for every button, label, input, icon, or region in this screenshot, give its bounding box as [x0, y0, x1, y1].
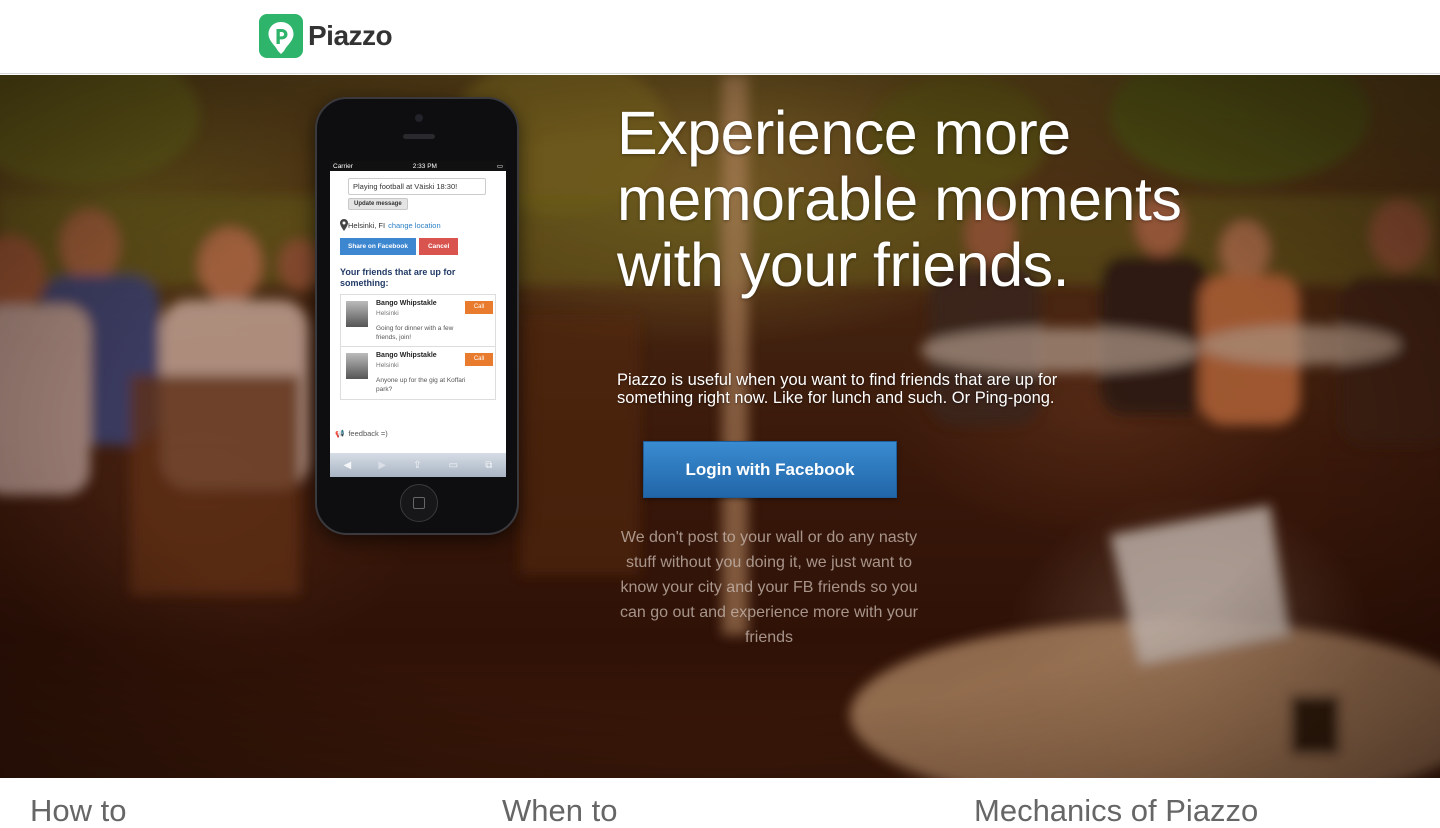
location-row: Helsinki, FI change location	[340, 219, 506, 231]
status-time: 2:33 PM	[412, 162, 437, 170]
logo-text: Piazzo	[308, 20, 393, 51]
call-button: Call	[465, 301, 493, 314]
hero-section: Carrier 2:33 PM ▭ Playing football at Vä…	[0, 75, 1440, 778]
friends-heading: Your friends that are up for something:	[340, 267, 456, 288]
login-with-facebook-button[interactable]: Login with Facebook	[643, 441, 897, 498]
status-carrier: Carrier	[333, 162, 353, 170]
change-location-link: change location	[388, 220, 441, 230]
feedback-tab: 📢 feedback =)	[335, 429, 388, 438]
friend-name: Bango Whipstakle	[376, 352, 437, 359]
location-pin-icon	[340, 219, 348, 231]
friend-message: Going for dinner with a few friends, joi…	[376, 325, 454, 341]
phone-home-button	[400, 484, 438, 522]
friend-avatar	[346, 301, 368, 327]
friends-list: Bango Whipstakle Helsinki Going for dinn…	[340, 294, 496, 400]
cancel-button: Cancel	[418, 238, 459, 255]
site-header: Piazzo	[0, 0, 1440, 74]
call-button: Call	[465, 353, 493, 366]
phone-mockup: Carrier 2:33 PM ▭ Playing football at Vä…	[315, 97, 519, 535]
megaphone-icon: 📢	[335, 429, 345, 438]
location-city: Helsinki, FI	[348, 220, 386, 230]
update-message-button: Update message	[348, 198, 408, 210]
browser-toolbar: ◀ ▶ ⇪ ▭ ⧉	[330, 453, 506, 477]
back-arrow-icon: ◀	[343, 459, 352, 471]
hero-subline: Piazzo is useful when you want to find f…	[617, 371, 1058, 407]
phone-camera	[415, 114, 423, 122]
share-icon: ⇪	[413, 459, 422, 471]
phone-speaker	[403, 134, 435, 139]
phone-status-bar: Carrier 2:33 PM ▭	[330, 161, 506, 171]
feature-sections: How to When to Mechanics of Piazzo	[0, 778, 1440, 828]
friend-avatar	[346, 353, 368, 379]
friend-list-item: Bango Whipstakle Helsinki Going for dinn…	[341, 295, 495, 347]
phone-screen: Carrier 2:33 PM ▭ Playing football at Vä…	[330, 161, 506, 477]
status-message-input: Playing football at Väiski 18:30!	[348, 178, 486, 195]
privacy-disclaimer: We don't post to your wall or do any nas…	[620, 529, 918, 646]
when-to-heading: When to	[502, 793, 618, 828]
friend-list-item: Bango Whipstakle Helsinki Anyone up for …	[341, 347, 495, 399]
share-on-facebook-button: Share on Facebook	[340, 238, 416, 255]
tabs-icon: ⧉	[485, 459, 493, 471]
how-to-heading: How to	[30, 793, 127, 828]
battery-icon: ▭	[496, 163, 503, 170]
friend-message: Anyone up for the gig at Koffari park?	[376, 377, 466, 393]
forward-arrow-icon: ▶	[378, 459, 387, 471]
map-pin-logo-icon	[259, 14, 303, 58]
share-actions: Share on Facebook Cancel	[340, 238, 506, 255]
friend-city: Helsinki	[376, 362, 399, 369]
hero-headline: Experience more memorable moments with y…	[617, 99, 1182, 299]
bookmarks-icon: ▭	[448, 459, 459, 471]
friend-name: Bango Whipstakle	[376, 300, 437, 307]
logo-link[interactable]: Piazzo	[259, 14, 393, 58]
mechanics-heading: Mechanics of Piazzo	[974, 793, 1259, 828]
feedback-label: feedback =)	[348, 429, 388, 438]
friend-city: Helsinki	[376, 310, 399, 317]
